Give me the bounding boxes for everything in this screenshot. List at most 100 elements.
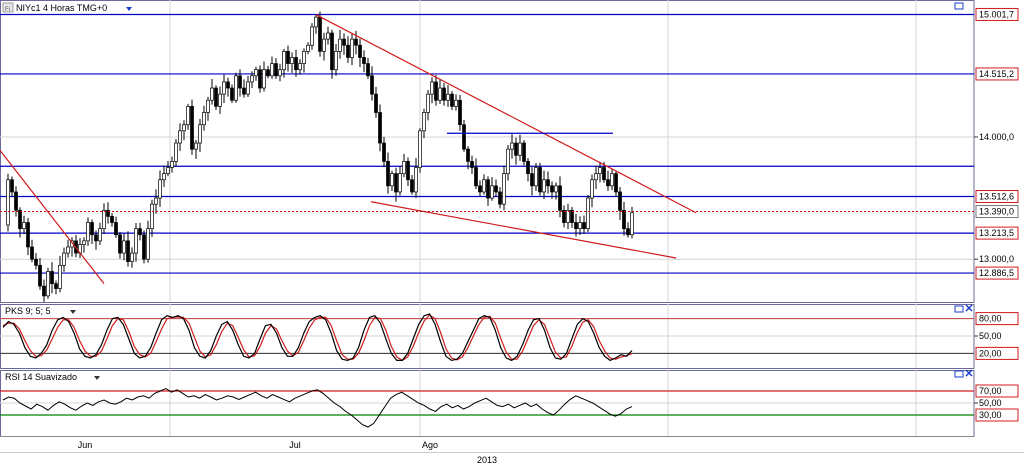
- candle-body: [486, 179, 490, 199]
- rsi-tick-label: 50,00: [979, 398, 1002, 408]
- candle-body: [286, 51, 290, 64]
- dropdown-arrow-icon[interactable]: [94, 376, 100, 380]
- trendline: [315, 14, 697, 214]
- price-tag-label: 13.512,6: [979, 192, 1014, 202]
- price-tag-label: 12.886,5: [979, 268, 1014, 278]
- candle-body: [326, 32, 330, 40]
- candle-body: [426, 93, 430, 113]
- candle-body: [394, 173, 398, 193]
- candle-body: [626, 228, 630, 236]
- candle-body: [246, 81, 250, 95]
- candle-body: [222, 81, 226, 95]
- candle-body: [370, 75, 374, 95]
- candle-body: [22, 222, 26, 229]
- candle-body: [14, 191, 18, 211]
- rsi-series-line: [2, 388, 633, 428]
- candle-body: [114, 222, 118, 236]
- candle-body: [146, 228, 150, 260]
- candle-body: [490, 185, 494, 199]
- candle-body: [174, 142, 178, 162]
- candle-body: [578, 222, 582, 229]
- candle-body: [306, 44, 310, 52]
- candle-body: [298, 63, 302, 71]
- candle-body: [158, 179, 162, 199]
- candle-body: [354, 38, 358, 46]
- candle-body: [258, 69, 262, 89]
- candle-body: [446, 93, 450, 101]
- rsi-tick-label: 30,00: [979, 410, 1002, 420]
- candle-body: [198, 124, 202, 144]
- candle-body: [54, 283, 58, 289]
- dropdown-arrow-icon[interactable]: [126, 7, 132, 11]
- candle-body: [606, 179, 610, 187]
- candle-body: [482, 179, 486, 193]
- candle-body: [46, 271, 50, 297]
- dropdown-arrow-icon[interactable]: [70, 310, 76, 314]
- rsi-panel-header: RSI 14 Suavizado: [5, 369, 973, 382]
- candle-body: [402, 161, 406, 174]
- candle-body: [546, 179, 550, 187]
- candle-body: [514, 142, 518, 156]
- candle-body: [310, 26, 314, 46]
- candle-body: [530, 173, 534, 187]
- candle-body: [178, 130, 182, 144]
- candle-body: [38, 264, 42, 287]
- candle-body: [542, 179, 546, 193]
- candle-body: [586, 197, 590, 229]
- candle-body: [274, 63, 278, 77]
- candle-body: [438, 87, 442, 101]
- chart-window: 15.001,7 14.515,2 13.512,6 13.390,0 13.213,5…: [0, 0, 1024, 467]
- candle-body: [474, 167, 478, 187]
- maximize-icon[interactable]: [954, 2, 964, 10]
- candle-body: [466, 148, 470, 162]
- candle-body: [242, 87, 246, 95]
- candle-body: [398, 173, 402, 193]
- candle-body: [182, 124, 186, 132]
- candle-body: [226, 81, 230, 89]
- candle-body: [342, 38, 346, 46]
- price-tag-label: 13.390,0: [979, 207, 1014, 217]
- candle-body: [62, 252, 66, 266]
- candle-body: [138, 228, 142, 236]
- candle-body: [566, 209, 570, 223]
- maximize-icon[interactable]: [954, 305, 964, 313]
- candle-body: [450, 93, 454, 107]
- candle-body: [210, 87, 214, 101]
- price-tag-label: 14.515,2: [979, 69, 1014, 79]
- maximize-icon[interactable]: [954, 370, 964, 378]
- candle-body: [118, 234, 122, 254]
- stochastic-panel: [0, 313, 974, 362]
- candle-body: [142, 234, 146, 260]
- candle-body: [94, 234, 98, 242]
- candle-body: [150, 203, 154, 229]
- candle-body: [334, 51, 338, 71]
- price-candles: [6, 11, 634, 302]
- candle-body: [50, 271, 54, 285]
- candle-body: [614, 173, 618, 193]
- candle-body: [206, 99, 210, 113]
- month-label: Ago: [422, 440, 438, 450]
- rsi-title: RSI 14 Suavizado: [5, 372, 77, 382]
- stoch-tick-label: 50,00: [979, 331, 1002, 341]
- candle-body: [82, 240, 86, 245]
- candle-body: [194, 142, 198, 150]
- candle-body: [462, 124, 466, 150]
- candle-body: [98, 228, 102, 242]
- candle-body: [238, 75, 242, 89]
- stoch-tick-label: 80,00: [979, 314, 1002, 324]
- candle-body: [358, 44, 362, 58]
- candle-body: [170, 161, 174, 168]
- candle-body: [130, 252, 134, 263]
- candle-body: [430, 81, 434, 95]
- candle-body: [538, 167, 542, 193]
- candle-body: [630, 212, 634, 236]
- candle-body: [254, 69, 258, 77]
- candle-body: [190, 106, 194, 150]
- candle-body: [266, 69, 270, 77]
- close-icon[interactable]: [965, 304, 973, 312]
- candle-body: [594, 173, 598, 181]
- chart-canvas: 15.001,7 14.515,2 13.512,6 13.390,0 13.213,5…: [0, 0, 1024, 467]
- horizontal-levels: [0, 13, 974, 274]
- candle-body: [102, 209, 106, 229]
- candle-body: [314, 16, 318, 28]
